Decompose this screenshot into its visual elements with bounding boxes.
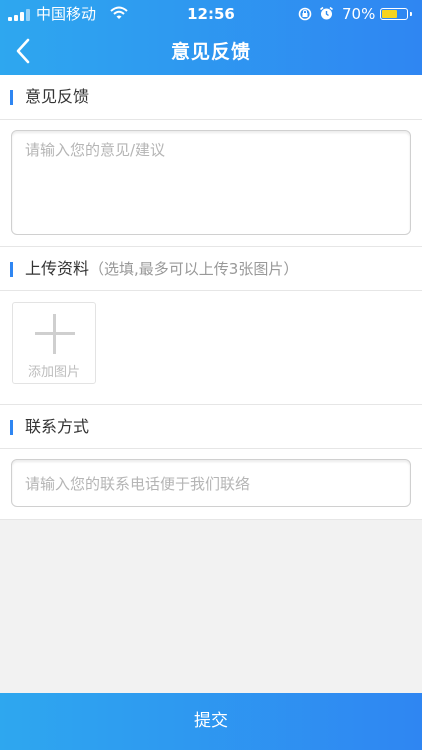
alarm-icon <box>320 6 333 20</box>
feedback-panel: 请输入您的意见/建议 <box>0 120 422 246</box>
plus-icon-vertical <box>53 314 56 354</box>
feedback-screen: 中国移动 12:56 70% 意见反馈 意见反馈 请输入您的意见/建议 上传资料… <box>0 0 422 750</box>
top-bar: 中国移动 12:56 70% 意见反馈 <box>0 0 422 75</box>
rotation-lock-icon <box>298 7 312 21</box>
contact-placeholder: 请输入您的联系电话便于我们联络 <box>25 475 251 493</box>
upload-title-text: 上传资料 <box>25 259 90 278</box>
divider <box>0 519 422 520</box>
section-accent-bar <box>10 90 13 105</box>
feedback-section-header: 意见反馈 <box>0 75 422 119</box>
submit-button[interactable]: 提交 <box>0 693 422 750</box>
add-image-label: 添加图片 <box>27 365 80 380</box>
status-bar: 中国移动 12:56 70% <box>0 0 422 28</box>
section-accent-bar <box>10 420 13 435</box>
contact-section-title: 联系方式 <box>25 417 90 436</box>
page-title: 意见反馈 <box>170 41 251 63</box>
section-accent-bar <box>10 262 13 277</box>
feedback-textarea[interactable]: 请输入您的意见/建议 <box>11 130 411 235</box>
upload-section-title: 上传资料（选填,最多可以上传3张图片） <box>25 247 298 291</box>
battery-fill <box>382 10 397 18</box>
battery-icon <box>380 8 412 20</box>
contact-panel: 请输入您的联系电话便于我们联络 <box>0 449 422 519</box>
contact-section-header: 联系方式 <box>0 405 422 449</box>
add-image-button[interactable]: 添加图片 <box>12 302 96 384</box>
battery-percent: 70% <box>342 5 376 23</box>
upload-hint: （选填,最多可以上传3张图片） <box>89 260 299 278</box>
contact-input[interactable]: 请输入您的联系电话便于我们联络 <box>11 459 411 507</box>
upload-section-header: 上传资料（选填,最多可以上传3张图片） <box>0 247 422 291</box>
navigation-bar: 意见反馈 <box>0 28 422 75</box>
feedback-section-title: 意见反馈 <box>25 87 90 106</box>
feedback-placeholder: 请输入您的意见/建议 <box>25 141 166 159</box>
